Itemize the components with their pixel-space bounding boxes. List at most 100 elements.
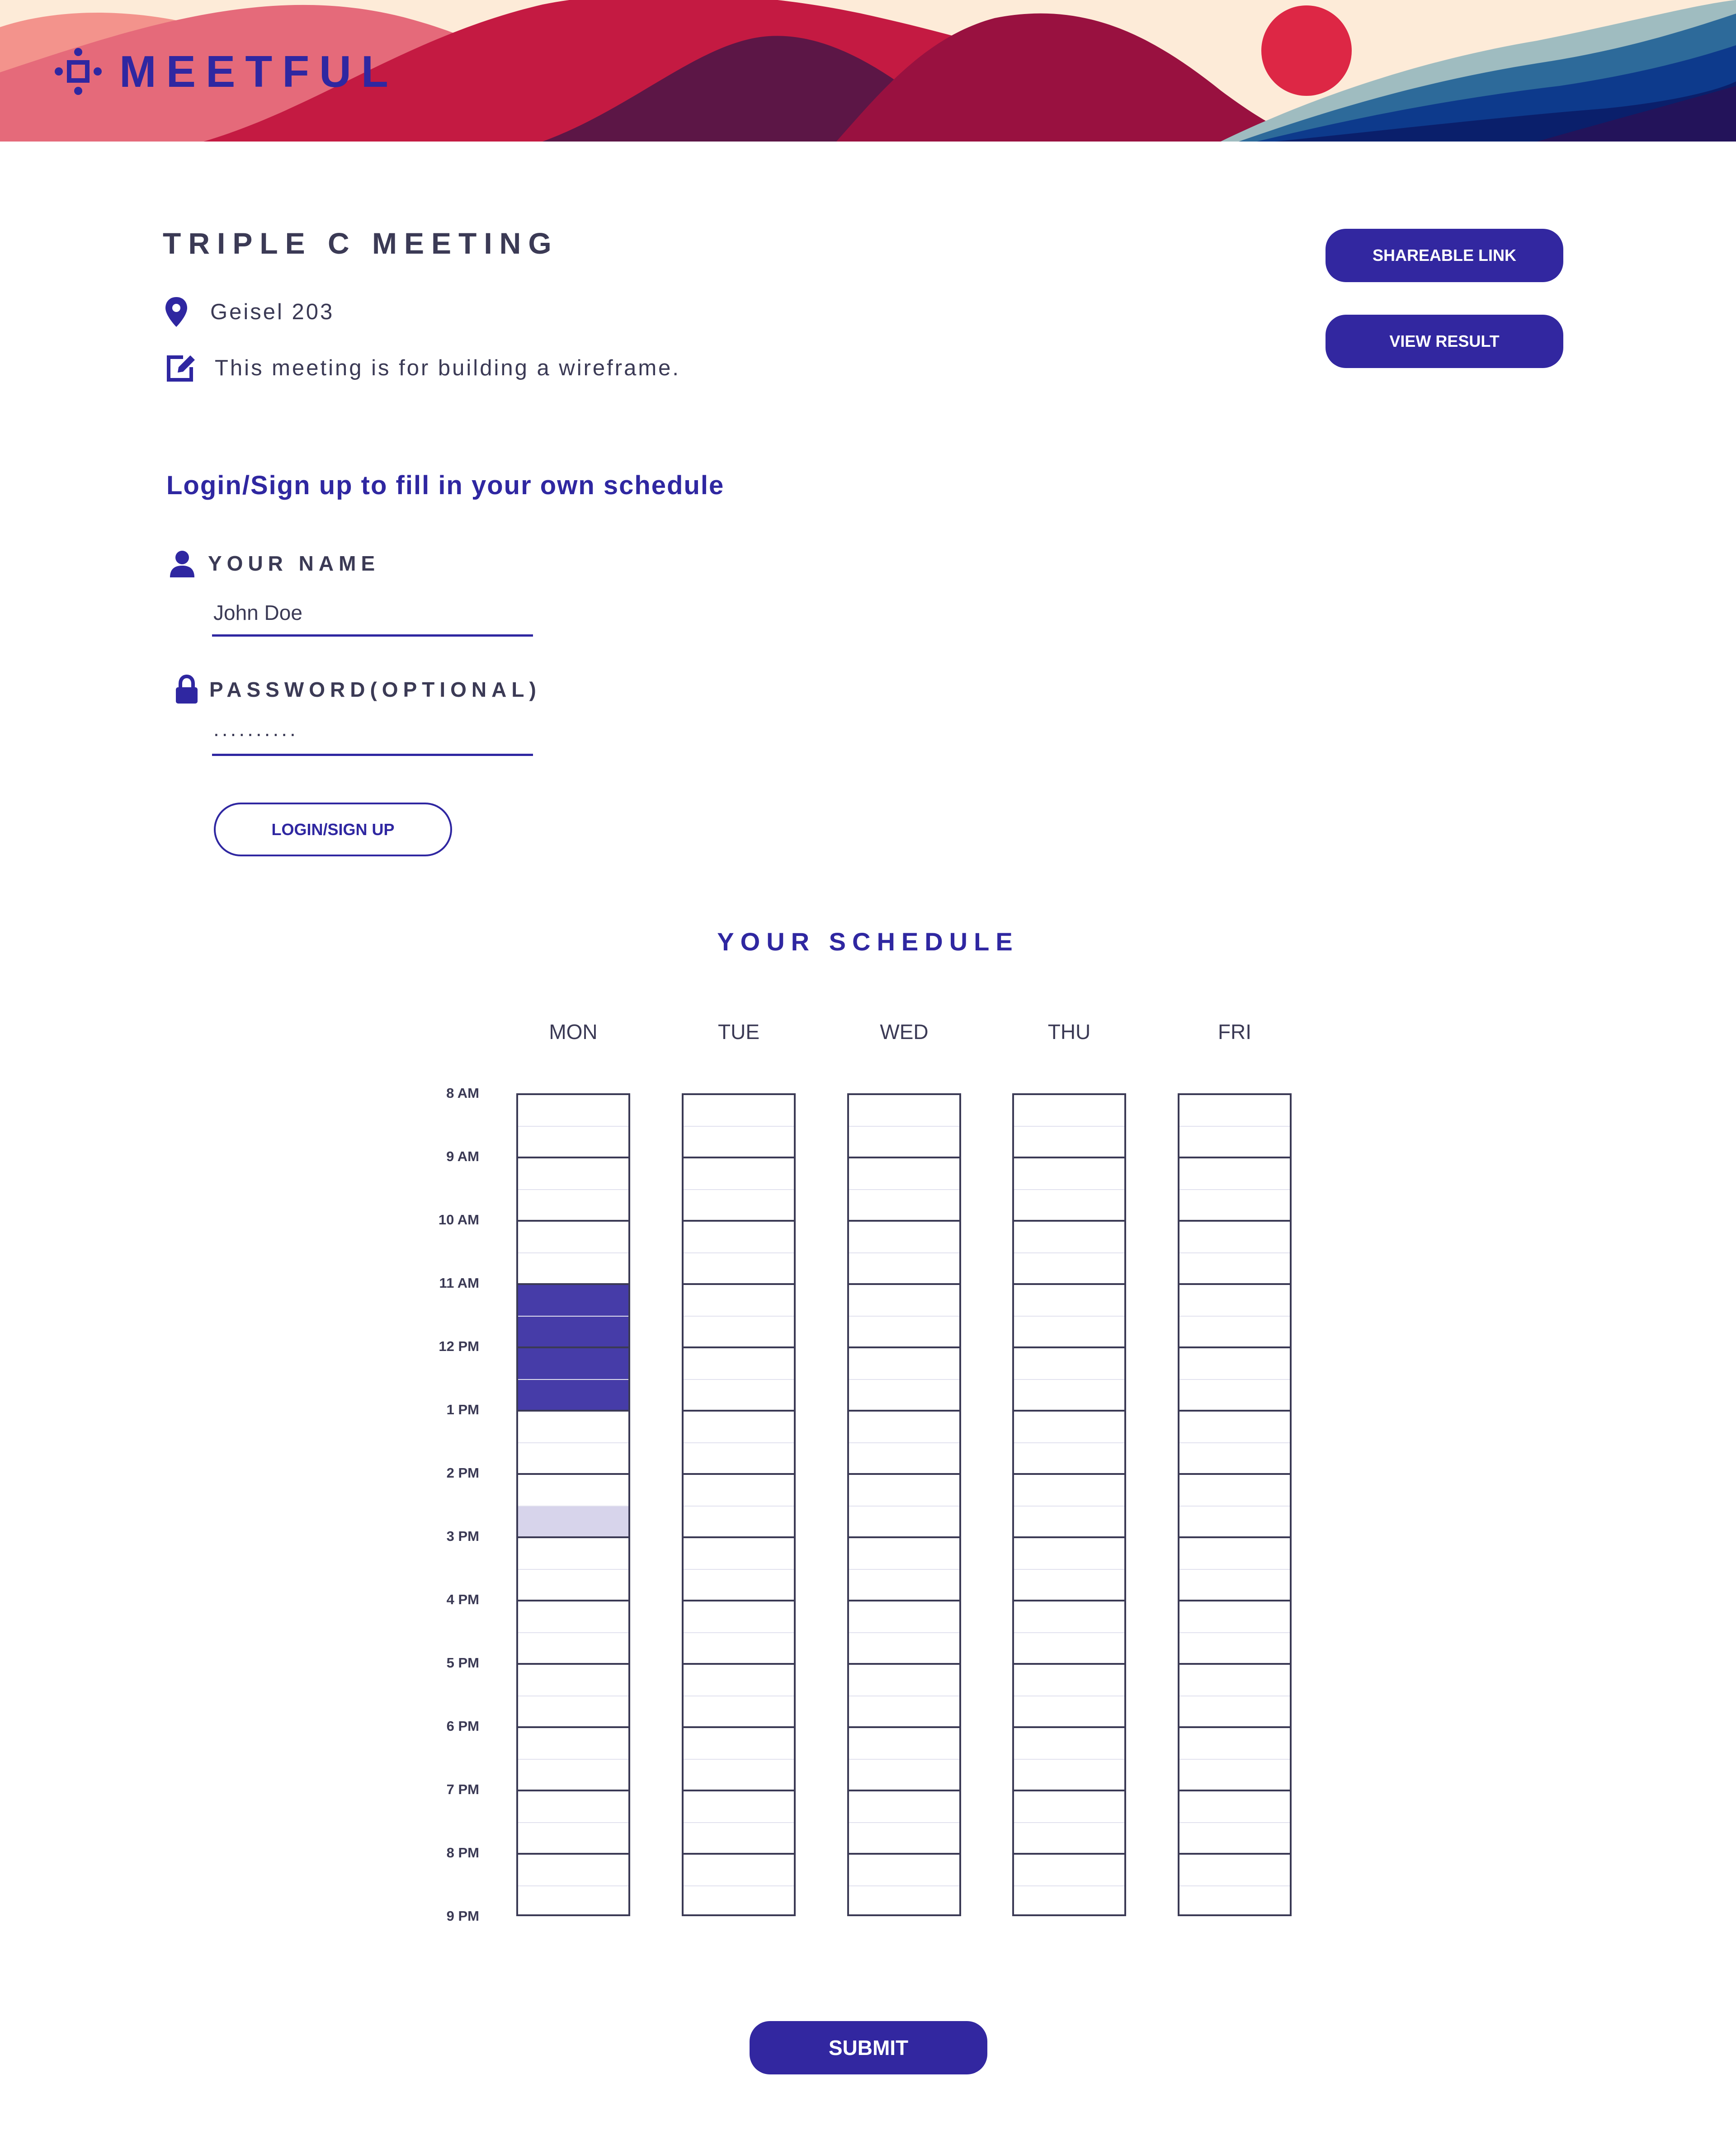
time-slot[interactable] (684, 1412, 794, 1443)
time-slot[interactable] (518, 1253, 628, 1285)
time-slot[interactable] (1179, 1222, 1290, 1253)
time-slot[interactable] (1179, 1095, 1290, 1127)
time-slot[interactable] (684, 1791, 794, 1823)
time-slot[interactable] (1179, 1728, 1290, 1760)
time-slot[interactable] (518, 1412, 628, 1443)
app-logo[interactable]: MEETFUL (53, 44, 398, 99)
time-slot[interactable] (518, 1317, 628, 1348)
time-slot[interactable] (684, 1095, 794, 1127)
time-slot[interactable] (849, 1855, 959, 1886)
time-slot[interactable] (518, 1601, 628, 1633)
time-slot[interactable] (518, 1507, 628, 1538)
time-slot[interactable] (849, 1285, 959, 1317)
time-slot[interactable] (1014, 1127, 1124, 1158)
time-slot[interactable] (518, 1886, 628, 1918)
time-slot[interactable] (1179, 1412, 1290, 1443)
time-slot[interactable] (849, 1633, 959, 1665)
time-slot[interactable] (684, 1823, 794, 1855)
time-slot[interactable] (1014, 1348, 1124, 1380)
time-slot[interactable] (1014, 1443, 1124, 1475)
time-slot[interactable] (684, 1253, 794, 1285)
time-slot[interactable] (849, 1570, 959, 1601)
time-slot[interactable] (518, 1791, 628, 1823)
time-slot[interactable] (518, 1285, 628, 1317)
time-slot[interactable] (684, 1538, 794, 1570)
time-slot[interactable] (1014, 1253, 1124, 1285)
time-slot[interactable] (518, 1348, 628, 1380)
time-slot[interactable] (684, 1285, 794, 1317)
time-slot[interactable] (1014, 1570, 1124, 1601)
time-slot[interactable] (518, 1127, 628, 1158)
time-slot[interactable] (849, 1412, 959, 1443)
time-slot[interactable] (518, 1222, 628, 1253)
time-slot[interactable] (1179, 1158, 1290, 1190)
time-slot[interactable] (849, 1475, 959, 1507)
time-slot[interactable] (849, 1317, 959, 1348)
time-slot[interactable] (684, 1317, 794, 1348)
time-slot[interactable] (518, 1190, 628, 1222)
time-slot[interactable] (849, 1823, 959, 1855)
time-slot[interactable] (849, 1728, 959, 1760)
time-slot[interactable] (684, 1696, 794, 1728)
time-slot[interactable] (1179, 1285, 1290, 1317)
time-slot[interactable] (684, 1190, 794, 1222)
time-slot[interactable] (518, 1633, 628, 1665)
time-slot[interactable] (1179, 1696, 1290, 1728)
time-slot[interactable] (684, 1886, 794, 1918)
time-slot[interactable] (849, 1222, 959, 1253)
time-slot[interactable] (849, 1886, 959, 1918)
time-slot[interactable] (518, 1696, 628, 1728)
time-slot[interactable] (1014, 1823, 1124, 1855)
time-slot[interactable] (684, 1760, 794, 1791)
time-slot[interactable] (518, 1823, 628, 1855)
time-slot[interactable] (849, 1348, 959, 1380)
time-slot[interactable] (518, 1728, 628, 1760)
time-slot[interactable] (1179, 1317, 1290, 1348)
time-slot[interactable] (849, 1095, 959, 1127)
time-slot[interactable] (518, 1095, 628, 1127)
time-slot[interactable] (1014, 1507, 1124, 1538)
time-slot[interactable] (1179, 1665, 1290, 1696)
time-slot[interactable] (849, 1253, 959, 1285)
time-slot[interactable] (684, 1222, 794, 1253)
name-input[interactable]: John Doe (213, 600, 302, 625)
time-slot[interactable] (518, 1158, 628, 1190)
time-slot[interactable] (1014, 1190, 1124, 1222)
time-slot[interactable] (1179, 1570, 1290, 1601)
time-slot[interactable] (1179, 1538, 1290, 1570)
time-slot[interactable] (518, 1760, 628, 1791)
time-slot[interactable] (1014, 1538, 1124, 1570)
time-slot[interactable] (684, 1348, 794, 1380)
time-slot[interactable] (518, 1665, 628, 1696)
time-slot[interactable] (1014, 1855, 1124, 1886)
time-slot[interactable] (684, 1127, 794, 1158)
time-slot[interactable] (1014, 1317, 1124, 1348)
time-slot[interactable] (849, 1380, 959, 1412)
time-slot[interactable] (1179, 1855, 1290, 1886)
time-slot[interactable] (849, 1507, 959, 1538)
time-slot[interactable] (849, 1190, 959, 1222)
time-slot[interactable] (1179, 1633, 1290, 1665)
time-slot[interactable] (1014, 1886, 1124, 1918)
time-slot[interactable] (1179, 1190, 1290, 1222)
time-slot[interactable] (518, 1538, 628, 1570)
time-slot[interactable] (684, 1475, 794, 1507)
time-slot[interactable] (1014, 1158, 1124, 1190)
time-slot[interactable] (518, 1443, 628, 1475)
time-slot[interactable] (1179, 1791, 1290, 1823)
shareable-link-button[interactable]: SHAREABLE LINK (1326, 229, 1563, 282)
time-slot[interactable] (849, 1601, 959, 1633)
time-slot[interactable] (1179, 1380, 1290, 1412)
time-slot[interactable] (684, 1633, 794, 1665)
time-slot[interactable] (849, 1538, 959, 1570)
time-slot[interactable] (684, 1158, 794, 1190)
time-slot[interactable] (1014, 1791, 1124, 1823)
time-slot[interactable] (1179, 1348, 1290, 1380)
time-slot[interactable] (1179, 1475, 1290, 1507)
time-slot[interactable] (1014, 1222, 1124, 1253)
time-slot[interactable] (1014, 1696, 1124, 1728)
time-slot[interactable] (849, 1791, 959, 1823)
time-slot[interactable] (1014, 1665, 1124, 1696)
time-slot[interactable] (684, 1570, 794, 1601)
time-slot[interactable] (684, 1380, 794, 1412)
